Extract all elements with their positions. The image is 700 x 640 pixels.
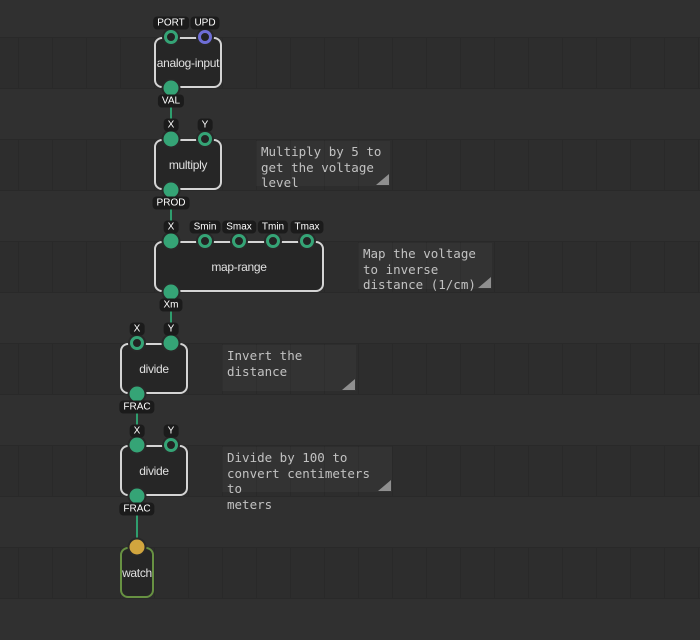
port-label: Tmin xyxy=(258,221,288,234)
port-label: VAL xyxy=(158,95,184,108)
port-label: Tmax xyxy=(291,221,324,234)
port-map-range-Smax[interactable] xyxy=(232,234,246,248)
port-label: UPD xyxy=(190,17,219,30)
node-divide-1[interactable]: divideXYFRAC xyxy=(120,343,188,394)
port-label: X xyxy=(130,425,145,438)
node-label: divide xyxy=(116,362,192,376)
port-analog-input-VAL[interactable] xyxy=(164,81,179,96)
port-label: Smin xyxy=(190,221,221,234)
port-label: Smax xyxy=(222,221,256,234)
port-divide-2-Y[interactable] xyxy=(164,438,178,452)
port-divide-1-X[interactable] xyxy=(130,336,144,350)
port-label: X xyxy=(130,323,145,336)
port-label: Xm xyxy=(160,299,183,312)
port-label: Y xyxy=(198,119,213,132)
port-multiply-PROD[interactable] xyxy=(164,183,179,198)
node-label: watch xyxy=(116,566,158,580)
port-map-range-Tmin[interactable] xyxy=(266,234,280,248)
port-divide-2-FRAC[interactable] xyxy=(130,489,145,504)
port-map-range-Xm[interactable] xyxy=(164,285,179,300)
port-multiply-Y[interactable] xyxy=(198,132,212,146)
port-label: Y xyxy=(164,425,179,438)
port-watch-in[interactable] xyxy=(130,540,145,555)
port-label: X xyxy=(164,221,179,234)
node-label: multiply xyxy=(150,158,226,172)
port-divide-1-FRAC[interactable] xyxy=(130,387,145,402)
node-label: divide xyxy=(116,464,192,478)
node-analog-input[interactable]: analog-inputPORTUPDVAL xyxy=(154,37,222,88)
port-label: FRAC xyxy=(119,401,154,414)
node-map-range[interactable]: map-rangeXSminSmaxTminTmaxXm xyxy=(154,241,324,292)
port-divide-1-Y[interactable] xyxy=(164,336,179,351)
patch-canvas[interactable]: Multiply by 5 toget the voltagelevelMap … xyxy=(0,0,700,640)
nodes-layer: analog-inputPORTUPDVALmultiplyXYPRODmap-… xyxy=(0,0,700,640)
port-map-range-X[interactable] xyxy=(164,234,179,249)
port-analog-input-UPD[interactable] xyxy=(198,30,212,44)
node-multiply[interactable]: multiplyXYPROD xyxy=(154,139,222,190)
port-label: PROD xyxy=(153,197,190,210)
port-multiply-X[interactable] xyxy=(164,132,179,147)
port-map-range-Smin[interactable] xyxy=(198,234,212,248)
port-map-range-Tmax[interactable] xyxy=(300,234,314,248)
port-divide-2-X[interactable] xyxy=(130,438,145,453)
node-watch[interactable]: watch xyxy=(120,547,154,598)
node-divide-2[interactable]: divideXYFRAC xyxy=(120,445,188,496)
port-label: X xyxy=(164,119,179,132)
port-analog-input-PORT[interactable] xyxy=(164,30,178,44)
node-label: analog-input xyxy=(150,56,226,70)
node-label: map-range xyxy=(150,260,328,274)
port-label: FRAC xyxy=(119,503,154,516)
port-label: PORT xyxy=(153,17,189,30)
port-label: Y xyxy=(164,323,179,336)
